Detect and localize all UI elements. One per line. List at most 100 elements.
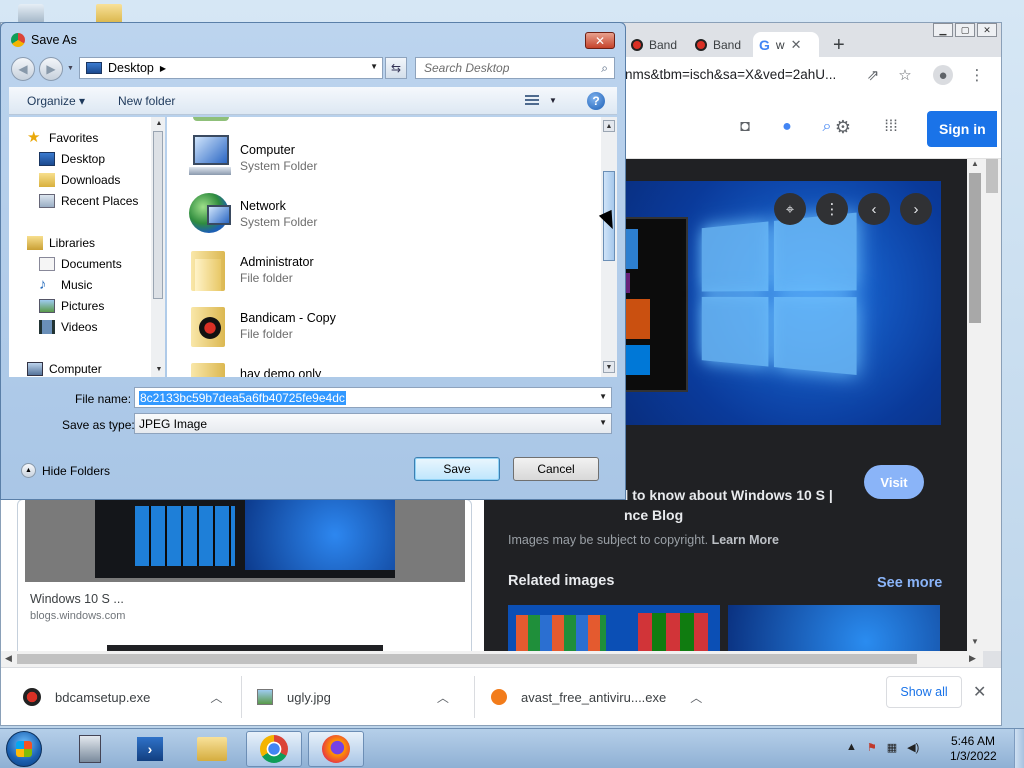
volume-icon[interactable]: ◀) [907, 741, 919, 754]
nav-libraries[interactable]: Libraries [27, 234, 95, 252]
nav-music[interactable]: ♪ Music [39, 276, 92, 294]
see-more-link[interactable]: See more [877, 575, 942, 591]
preview-title-line2[interactable]: nce Blog [624, 505, 683, 525]
search-input[interactable]: Search Desktop ⌕ [415, 57, 615, 79]
list-item-bandicam-copy[interactable]: Bandicam - Copy File folder [187, 301, 587, 351]
download-item-bdcamsetup[interactable]: bdcamsetup.exe ︿ [23, 680, 222, 714]
action-center-flag-icon[interactable]: ⚑ [867, 741, 877, 754]
start-button[interactable] [6, 731, 42, 767]
scroll-up-icon[interactable]: ▲ [603, 120, 615, 132]
forward-button[interactable]: ▶ [39, 57, 63, 81]
page-scrollbar[interactable] [983, 159, 1001, 651]
related-image-2[interactable] [728, 605, 940, 651]
more-options-button[interactable]: ⋮ [816, 193, 848, 225]
horizontal-scroll-thumb[interactable] [17, 654, 917, 664]
camera-search-icon[interactable]: ◘ [735, 117, 755, 137]
panel-scrollbar[interactable]: ▲ ▼ [967, 159, 983, 651]
nav-recent-places[interactable]: Recent Places [39, 192, 138, 210]
back-button[interactable]: ◀ [11, 57, 35, 81]
file-name-dropdown-icon[interactable]: ▼ [599, 392, 607, 401]
image-result-card[interactable]: Windows 10 S ... blogs.windows.com [17, 499, 472, 669]
nav-desktop[interactable]: Desktop [39, 150, 105, 168]
dialog-close-button[interactable]: ✕ [585, 32, 615, 49]
learn-more-link[interactable]: Learn More [712, 533, 779, 547]
list-item-computer[interactable]: Computer System Folder [187, 133, 587, 183]
file-name-value[interactable]: 8c2133bc59b7dea5a6fb40725fe9e4dc [139, 390, 346, 405]
show-hidden-icons-icon[interactable]: ▲ [846, 741, 857, 754]
download-item-ugly-jpg[interactable]: ugly.jpg ︿ [257, 680, 449, 714]
recycle-bin-icon[interactable] [18, 4, 44, 24]
save-button[interactable]: Save [414, 457, 500, 481]
breadcrumb-arrow-icon[interactable]: ▶ [160, 64, 166, 73]
file-list-scrollbar[interactable]: ▲ ▼ [601, 117, 617, 377]
scroll-down-icon[interactable]: ▼ [971, 637, 979, 646]
minimize-button[interactable]: ▁ [933, 23, 953, 37]
scroll-down-icon[interactable]: ▼ [603, 361, 615, 373]
view-options-icon[interactable] [525, 95, 539, 107]
nav-downloads[interactable]: Downloads [39, 171, 120, 189]
file-name-input[interactable]: 8c2133bc59b7dea5a6fb40725fe9e4dc ▼ [134, 387, 612, 408]
result-thumbnail[interactable] [25, 500, 465, 582]
network-icon[interactable]: ▦ [887, 741, 897, 754]
nav-documents[interactable]: Documents [39, 255, 122, 273]
settings-gear-icon[interactable]: ⚙ [833, 117, 853, 137]
nav-scroll-thumb[interactable] [153, 131, 163, 299]
list-item-administrator[interactable]: Administrator File folder [187, 245, 587, 295]
tab-bandicam-1[interactable]: Band [625, 32, 683, 58]
result-title[interactable]: Windows 10 S ... [30, 592, 124, 606]
organize-button[interactable]: Organize ▾ [27, 94, 85, 108]
previous-image-button[interactable]: ‹ [858, 193, 890, 225]
maximize-button[interactable]: ▢ [955, 23, 975, 37]
hide-folders-button[interactable]: ▲ Hide Folders [21, 463, 110, 478]
more-menu-icon[interactable]: ⋮ [967, 65, 987, 85]
scroll-up-icon[interactable]: ▲ [153, 117, 165, 129]
bookmark-star-icon[interactable]: ☆ [895, 65, 915, 85]
tab-close-icon[interactable]: ✕ [791, 37, 802, 53]
profile-icon[interactable]: ● [933, 65, 953, 85]
scroll-up-icon[interactable]: ▲ [971, 159, 979, 168]
taskbar-server-manager[interactable] [62, 731, 118, 767]
nav-videos[interactable]: Videos [39, 318, 97, 336]
refresh-button[interactable]: ⇆ [385, 57, 407, 79]
taskbar-chrome[interactable] [246, 731, 302, 767]
save-type-select[interactable]: JPEG Image ▼ [134, 413, 612, 434]
new-tab-button[interactable]: + [833, 35, 845, 55]
chevron-up-icon[interactable]: ︿ [210, 689, 222, 706]
sign-in-button[interactable]: Sign in [927, 111, 997, 147]
tab-bandicam-2[interactable]: Band [689, 32, 747, 58]
help-button[interactable]: ? [587, 92, 605, 110]
horizontal-scrollbar[interactable]: ◀ ▶ [1, 651, 983, 667]
show-desktop-button[interactable] [1014, 729, 1024, 768]
show-all-button[interactable]: Show all [886, 676, 962, 708]
new-folder-button[interactable]: New folder [118, 94, 175, 108]
nav-pane-scrollbar[interactable]: ▲ ▼ [151, 117, 165, 377]
next-image-button[interactable]: › [900, 193, 932, 225]
voice-search-icon[interactable]: ● [777, 117, 797, 137]
location-breadcrumb[interactable]: Desktop ▶ ▼ [79, 57, 383, 79]
related-image-1[interactable] [508, 605, 720, 651]
taskbar-explorer[interactable] [184, 731, 240, 767]
chevron-up-icon[interactable]: ︿ [690, 689, 702, 706]
cancel-button[interactable]: Cancel [513, 457, 599, 481]
apps-grid-icon[interactable]: ⁞⁞⁞ [881, 117, 901, 137]
visit-button[interactable]: Visit [864, 465, 924, 499]
save-type-dropdown-icon[interactable]: ▼ [599, 418, 607, 427]
folder-icon[interactable] [96, 4, 122, 24]
view-dropdown-icon[interactable]: ▼ [549, 96, 557, 105]
share-icon[interactable]: ⇗ [863, 65, 883, 85]
nav-computer[interactable]: Computer [27, 360, 102, 378]
preview-title-line1[interactable]: ed to know about Windows 10 S | [612, 485, 833, 505]
nav-pictures[interactable]: Pictures [39, 297, 104, 315]
scroll-right-icon[interactable]: ▶ [969, 653, 976, 664]
close-window-button[interactable]: ✕ [977, 23, 997, 37]
download-item-avast[interactable]: avast_free_antiviru....exe ︿ [491, 680, 702, 714]
scroll-thumb[interactable] [969, 173, 981, 323]
tab-google-images[interactable]: G w ✕ [753, 32, 819, 58]
search-icon[interactable]: ⌕ [601, 61, 608, 76]
scroll-down-icon[interactable]: ▼ [153, 363, 165, 375]
taskbar-powershell[interactable]: › [122, 731, 178, 767]
clock[interactable]: 5:46 AM 1/3/2022 [950, 734, 997, 764]
list-item-network[interactable]: Network System Folder [187, 189, 587, 239]
taskbar-firefox[interactable] [308, 731, 364, 767]
chevron-up-icon[interactable]: ︿ [437, 689, 449, 706]
